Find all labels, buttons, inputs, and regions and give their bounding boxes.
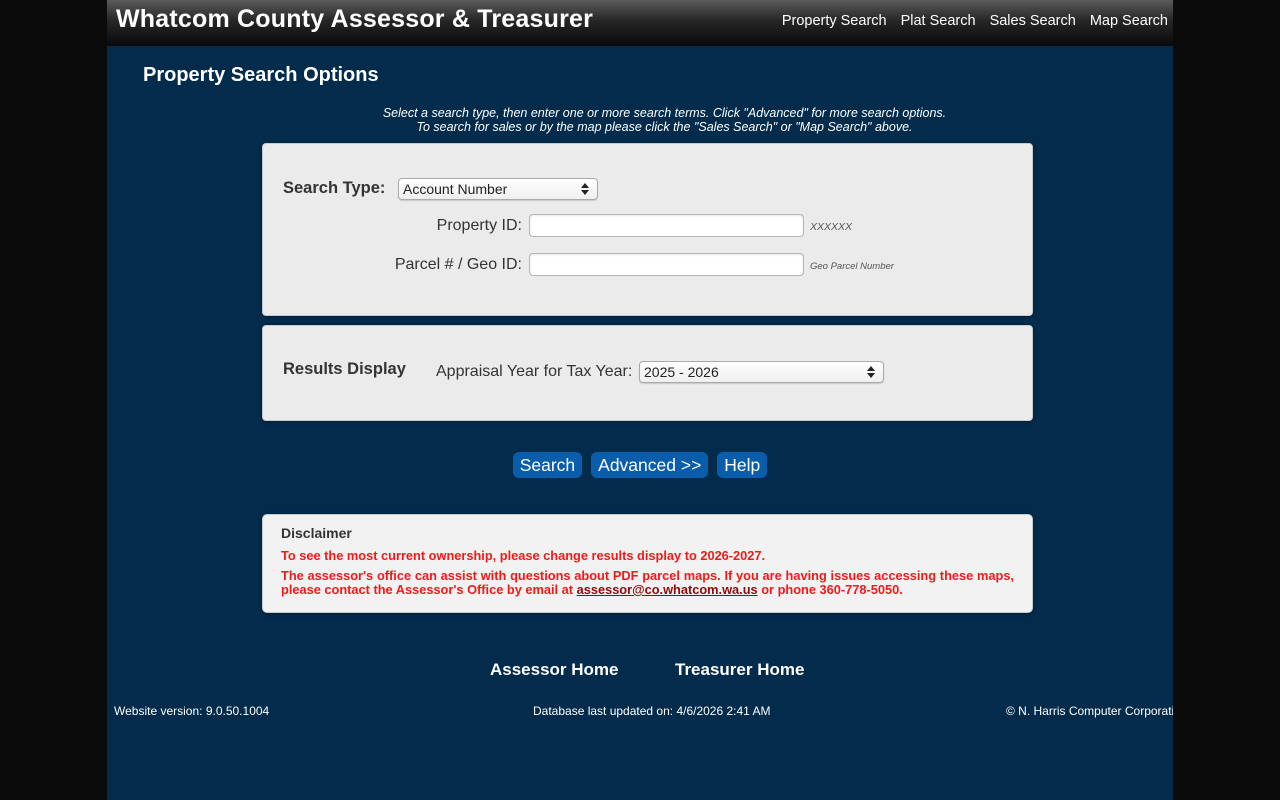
disclaimer-box: Disclaimer To see the most current owner… — [262, 514, 1033, 613]
appraisal-year-select[interactable]: 2025 - 2026 — [639, 361, 884, 383]
select-arrows-icon — [867, 366, 875, 378]
search-type-label: Search Type: — [283, 179, 386, 197]
site-header: Whatcom County Assessor & Treasurer Prop… — [107, 0, 1173, 46]
database-updated: Database last updated on: 4/6/2026 2:41 … — [533, 704, 771, 718]
results-display-panel: Results Display Appraisal Year for Tax Y… — [262, 325, 1033, 421]
page: Whatcom County Assessor & Treasurer Prop… — [107, 0, 1173, 800]
disclaimer-ownership-note: To see the most current ownership, pleas… — [281, 548, 766, 563]
nav-map-search[interactable]: Map Search — [1090, 13, 1168, 29]
select-arrows-icon — [581, 183, 589, 195]
page-title: Property Search Options — [143, 64, 379, 86]
disclaimer-parcel-maps-note: The assessor's office can assist with qu… — [281, 569, 1014, 597]
property-id-input[interactable] — [529, 214, 804, 237]
appraisal-year-label: Appraisal Year for Tax Year: — [436, 363, 633, 380]
results-display-title: Results Display — [283, 360, 406, 378]
copyright: © N. Harris Computer Corporation — [1006, 704, 1173, 718]
help-button[interactable]: Help — [717, 452, 768, 478]
instructions-line-2: To search for sales or by the map please… — [416, 120, 913, 134]
instructions-line-1: Select a search type, then enter one or … — [382, 106, 947, 120]
search-panel: Search Type: Account Number Property ID:… — [262, 143, 1033, 316]
parcel-geo-id-input[interactable] — [529, 253, 804, 276]
parcel-geo-id-label: Parcel # / Geo ID: — [394, 256, 522, 273]
disclaimer-text-end: or phone 360-778-5050. — [757, 582, 903, 597]
nav-sales-search[interactable]: Sales Search — [990, 13, 1076, 29]
search-type-select[interactable]: Account Number — [398, 178, 598, 200]
instructions: Select a search type, then enter one or … — [262, 106, 1067, 134]
action-buttons: Search Advanced >> Help — [107, 452, 1173, 478]
assessor-home-link[interactable]: Assessor Home — [490, 660, 619, 680]
nav-plat-search[interactable]: Plat Search — [901, 13, 976, 29]
property-id-hint: XXXXXX — [810, 221, 853, 233]
property-id-label: Property ID: — [436, 217, 522, 234]
top-nav: Property Search Plat Search Sales Search… — [782, 13, 1168, 29]
search-type-value: Account Number — [403, 181, 508, 197]
nav-property-search[interactable]: Property Search — [782, 13, 887, 29]
parcel-geo-id-hint: Geo Parcel Number — [810, 261, 894, 272]
treasurer-home-link[interactable]: Treasurer Home — [675, 660, 804, 680]
advanced-button[interactable]: Advanced >> — [591, 452, 709, 478]
assessor-email-link[interactable]: assessor@co.whatcom.wa.us — [577, 582, 758, 597]
disclaimer-title: Disclaimer — [281, 525, 352, 541]
search-button[interactable]: Search — [512, 452, 583, 478]
website-version: Website version: 9.0.50.1004 — [114, 704, 270, 718]
site-title[interactable]: Whatcom County Assessor & Treasurer — [116, 5, 593, 34]
appraisal-year-value: 2025 - 2026 — [644, 364, 719, 380]
